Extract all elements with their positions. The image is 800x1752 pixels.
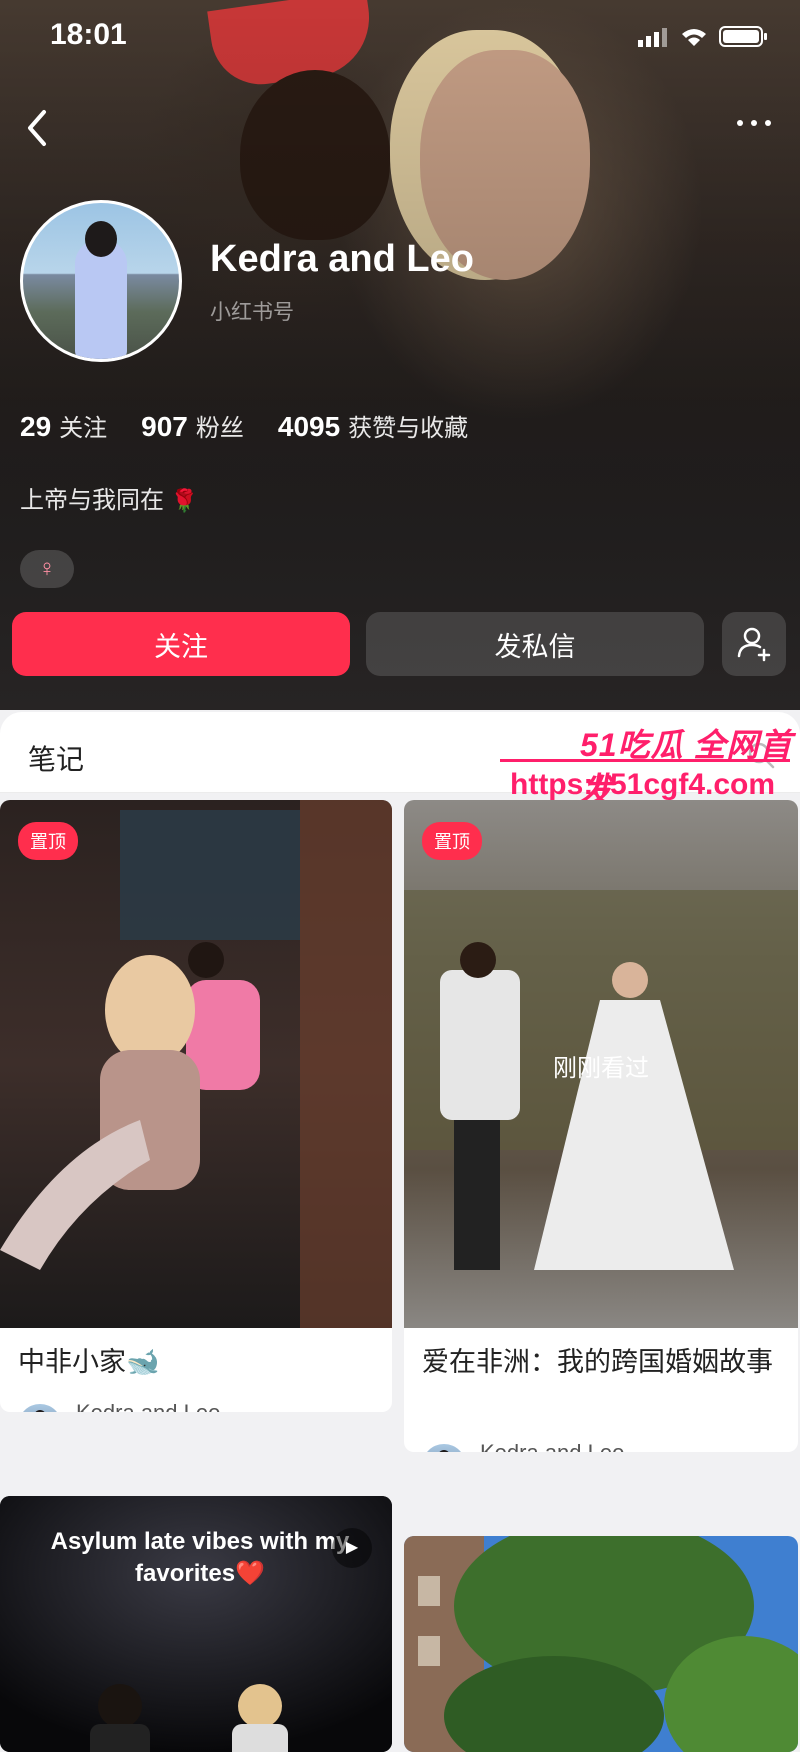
pinned-badge: 置顶 (422, 822, 482, 860)
stat-followers[interactable]: 907 粉丝 (141, 408, 244, 443)
author-avatar[interactable] (422, 1444, 466, 1452)
tab-bar: 笔记 51吃瓜 全网首发 https://51cgf4.com (0, 712, 800, 809)
note-author: Kedra and Leo (480, 1440, 624, 1452)
tab-notes[interactable]: 笔记 (28, 738, 84, 778)
profile-name: Kedra and Leo (210, 238, 474, 280)
gender-badge: ♀ (20, 550, 74, 588)
status-icons (638, 26, 767, 47)
add-user-icon (737, 627, 771, 662)
stat-likes-collections[interactable]: 4095 获赞与收藏 (278, 408, 468, 443)
note-title: 中非小家🐋 (18, 1347, 160, 1377)
avatar[interactable] (20, 200, 182, 362)
stat-following[interactable]: 29 关注 (20, 408, 107, 443)
follow-button[interactable]: 关注 (12, 612, 350, 676)
watermark-url: https://51cgf4.com (510, 768, 776, 801)
profile-stats: 29 关注 907 粉丝 4095 获赞与收藏 (20, 408, 468, 443)
author-avatar[interactable] (18, 1404, 62, 1412)
profile-id-label: 小红书号 (210, 301, 294, 324)
note-card[interactable]: 置顶 中非小家🐋 Kedra and Leo 2025-08-11 457 (0, 800, 392, 1412)
note-cover-image (404, 1536, 798, 1752)
note-card[interactable]: Asylum late vibes with my favorites❤️ ▶ (0, 1496, 392, 1752)
rose-icon: 🌹 (170, 488, 199, 513)
note-title: 爱在非洲：我的跨国婚姻故事 (422, 1347, 773, 1377)
play-icon[interactable]: ▶ (332, 1528, 372, 1568)
watermark-divider (500, 759, 790, 762)
note-cover-image (0, 800, 392, 1328)
status-time: 18:01 (50, 18, 127, 51)
add-friend-button[interactable] (722, 612, 786, 676)
note-card[interactable] (404, 1536, 798, 1752)
pinned-badge: 置顶 (18, 822, 78, 860)
more-options-icon[interactable] (730, 108, 778, 138)
recently-viewed-label: 刚刚看过 (553, 1055, 649, 1082)
note-author: Kedra and Leo (76, 1400, 220, 1412)
back-arrow-icon[interactable] (20, 106, 54, 150)
note-card[interactable]: 置顶 刚刚看过 爱在非洲：我的跨国婚姻故事 Kedra and Leo 2025… (404, 800, 798, 1452)
notes-panel: 笔记 51吃瓜 全网首发 https://51cgf4.com 置顶 中非小家🐋… (0, 712, 800, 1752)
profile-bio: 上帝与我同在 🌹 (20, 487, 199, 514)
note-overlay-text: Asylum late vibes with my favorites❤️ (50, 1528, 350, 1587)
status-bar: 18:01 (0, 0, 800, 70)
profile-header: 18:01 Kedra and Leo 小红书号 29 关注 907 粉丝 4095… (0, 0, 800, 710)
message-button[interactable]: 发私信 (366, 612, 704, 676)
